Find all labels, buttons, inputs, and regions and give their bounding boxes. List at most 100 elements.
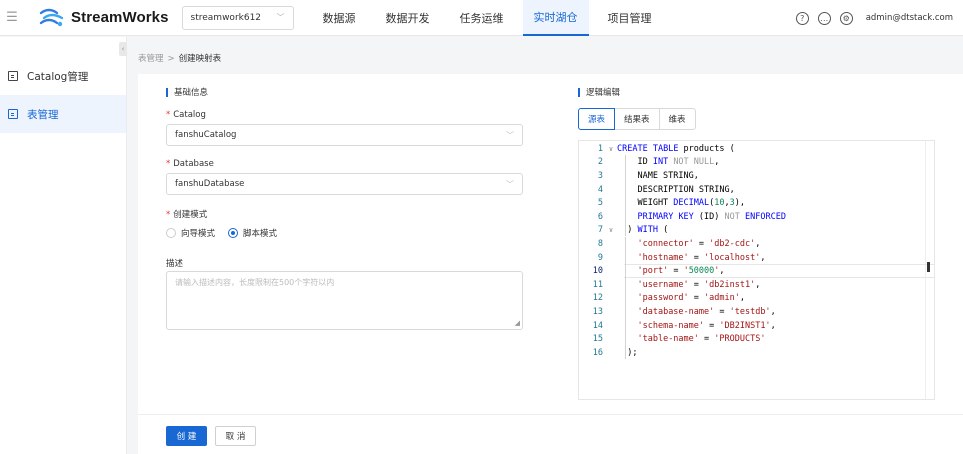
code-line[interactable]: 5 WEIGHT DECIMAL(10,3),: [579, 196, 934, 210]
code-line[interactable]: 4 DESCRIPTION STRING,: [579, 183, 934, 197]
nav-item-datasource[interactable]: 数据源: [312, 0, 367, 36]
sidebar-item-label: 表管理: [27, 108, 59, 121]
section-title-text: 逻辑编辑: [586, 88, 621, 98]
sidebar-item-catalog[interactable]: Catalog管理: [0, 57, 126, 95]
code-line[interactable]: 7 ∨ ) WITH (: [579, 224, 934, 238]
code-line[interactable]: 10 'port' = '50000',: [579, 264, 934, 278]
code-text: 'port' = '50000',: [637, 266, 725, 277]
fold-chevron-icon[interactable]: ∨: [605, 145, 617, 153]
code-text: 'username' = 'db2inst1',: [637, 279, 761, 290]
cancel-button[interactable]: 取 消: [215, 426, 256, 446]
description-label: 描述: [166, 259, 184, 269]
line-number: 4: [597, 184, 603, 195]
radio-script-mode[interactable]: 脚本模式: [228, 227, 277, 239]
line-number: 12: [592, 293, 603, 304]
top-bar: ☰ StreamWorks streamwork612 ﹀ 数据源 数据开发 任…: [0, 0, 963, 36]
catalog-label-text: Catalog: [173, 110, 206, 120]
code-line[interactable]: 2 ID INT NOT NULL,: [579, 156, 934, 170]
code-line[interactable]: 9 'hostname' = 'localhost',: [579, 251, 934, 265]
radio-dot: [228, 228, 239, 238]
database-select[interactable]: fanshuDatabase ﹀: [166, 173, 523, 195]
line-number: 13: [592, 306, 603, 317]
logic-edit-title: 逻辑编辑: [578, 86, 620, 98]
line-number: 2: [597, 157, 603, 168]
catalog-select[interactable]: fanshuCatalog ﹀: [166, 124, 523, 146]
resize-grip-icon[interactable]: ◢: [515, 319, 520, 327]
table-icon: [8, 109, 18, 119]
fold-chevron-icon[interactable]: ∨: [605, 226, 617, 234]
create-mode-label-text: 创建模式: [173, 210, 208, 220]
breadcrumb-parent[interactable]: 表管理: [138, 54, 164, 64]
line-number: 1: [597, 143, 603, 154]
line-number: 11: [592, 279, 603, 290]
code-line[interactable]: 16 );: [579, 346, 934, 360]
app-name: StreamWorks: [71, 9, 169, 26]
line-number: 15: [592, 334, 603, 345]
message-icon[interactable]: …: [817, 11, 831, 25]
code-text: NAME STRING,: [617, 170, 699, 181]
sidebar-collapse-icon[interactable]: ‹: [119, 42, 127, 56]
code-line[interactable]: 14 'schema-name' = 'DB2INST1',: [579, 319, 934, 333]
database-label-text: Database: [173, 159, 214, 169]
sidebar-item-tables[interactable]: 表管理: [0, 95, 126, 133]
line-number: 10: [592, 266, 603, 277]
code-line[interactable]: 6 PRIMARY KEY (ID) NOT ENFORCED: [579, 210, 934, 224]
create-button[interactable]: 创 建: [166, 426, 207, 446]
catalog-select-value: fanshuCatalog: [175, 130, 237, 140]
breadcrumb-current: 创建映射表: [178, 54, 222, 64]
basic-info-title: 基础信息: [166, 86, 208, 98]
tab-source-table[interactable]: 源表: [578, 108, 616, 130]
nav-item-project-mgmt[interactable]: 项目管理: [597, 0, 663, 36]
nav-item-realtime-lakehouse[interactable]: 实时湖仓: [522, 0, 589, 36]
nav-item-task-ops[interactable]: 任务运维: [449, 0, 515, 36]
menu-icon[interactable]: ☰: [0, 0, 24, 36]
app-logo[interactable]: StreamWorks: [38, 7, 169, 29]
create-mode-label: * 创建模式: [166, 208, 207, 220]
help-icon[interactable]: ?: [795, 11, 809, 25]
streamworks-logo-icon: [39, 8, 64, 26]
editor-scrollbar[interactable]: [927, 262, 930, 272]
database-select-value: fanshuDatabase: [175, 179, 245, 189]
radio-label: 脚本模式: [243, 229, 278, 239]
required-mark: *: [166, 159, 171, 169]
radio-wizard-mode[interactable]: 向导模式: [166, 227, 215, 239]
tab-dimension-table[interactable]: 维表: [658, 108, 696, 130]
user-account[interactable]: admin@dtstack.com: [866, 13, 953, 23]
indent-guide: [625, 237, 626, 359]
code-line[interactable]: 13 'database-name' = 'testdb',: [579, 305, 934, 319]
line-number: 7: [597, 225, 603, 236]
database-label: * Database: [166, 159, 214, 169]
code-line[interactable]: 3 NAME STRING,: [579, 169, 934, 183]
code-editor[interactable]: 1 ∨ CREATE TABLE products (2 ID INT NOT NU…: [578, 140, 935, 400]
editor-scroll-track[interactable]: [925, 141, 926, 399]
line-number: 9: [597, 252, 603, 263]
workspace-select[interactable]: streamwork612 ﹀: [181, 5, 294, 30]
form-footer: 创 建 取 消: [138, 414, 963, 454]
code-text: PRIMARY KEY (ID) NOT ENFORCED: [637, 211, 786, 222]
code-text: );: [617, 347, 638, 358]
code-line[interactable]: 8 'connector' = 'db2-cdc',: [579, 237, 934, 251]
tab-result-table[interactable]: 结果表: [614, 108, 660, 130]
code-line[interactable]: 11 'username' = 'db2inst1',: [579, 278, 934, 292]
radio-label: 向导模式: [181, 229, 216, 239]
code-text: CREATE TABLE products (: [617, 143, 735, 154]
create-mode-radio-group: 向导模式 脚本模式: [166, 227, 290, 239]
radio-dot: [166, 228, 176, 238]
description-textarea[interactable]: 请输入描述内容，长度限制在500个字符以内 ◢: [166, 271, 523, 330]
settings-gear-icon[interactable]: ⚙: [839, 11, 853, 25]
code-text: 'password' = 'admin',: [637, 293, 745, 304]
catalog-icon: [8, 71, 18, 81]
code-text: 'table-name' = 'PRODUCTS': [637, 334, 766, 345]
code-line[interactable]: 12 'password' = 'admin',: [579, 292, 934, 306]
nav-item-data-dev[interactable]: 数据开发: [375, 0, 441, 36]
workspace-select-value: streamwork612: [190, 12, 262, 23]
sidebar: Catalog管理 表管理: [0, 37, 127, 454]
code-line[interactable]: 1 ∨ CREATE TABLE products (: [579, 142, 934, 156]
catalog-label: * Catalog: [166, 110, 206, 120]
chevron-down-icon: ﹀: [276, 13, 285, 22]
code-lines: 1 ∨ CREATE TABLE products (2 ID INT NOT NU…: [579, 142, 934, 360]
code-text: 'schema-name' = 'DB2INST1',: [637, 320, 776, 331]
code-line[interactable]: 15 'table-name' = 'PRODUCTS': [579, 332, 934, 346]
breadcrumb-separator: >: [167, 54, 175, 64]
code-text: 'database-name' = 'testdb',: [637, 306, 776, 317]
